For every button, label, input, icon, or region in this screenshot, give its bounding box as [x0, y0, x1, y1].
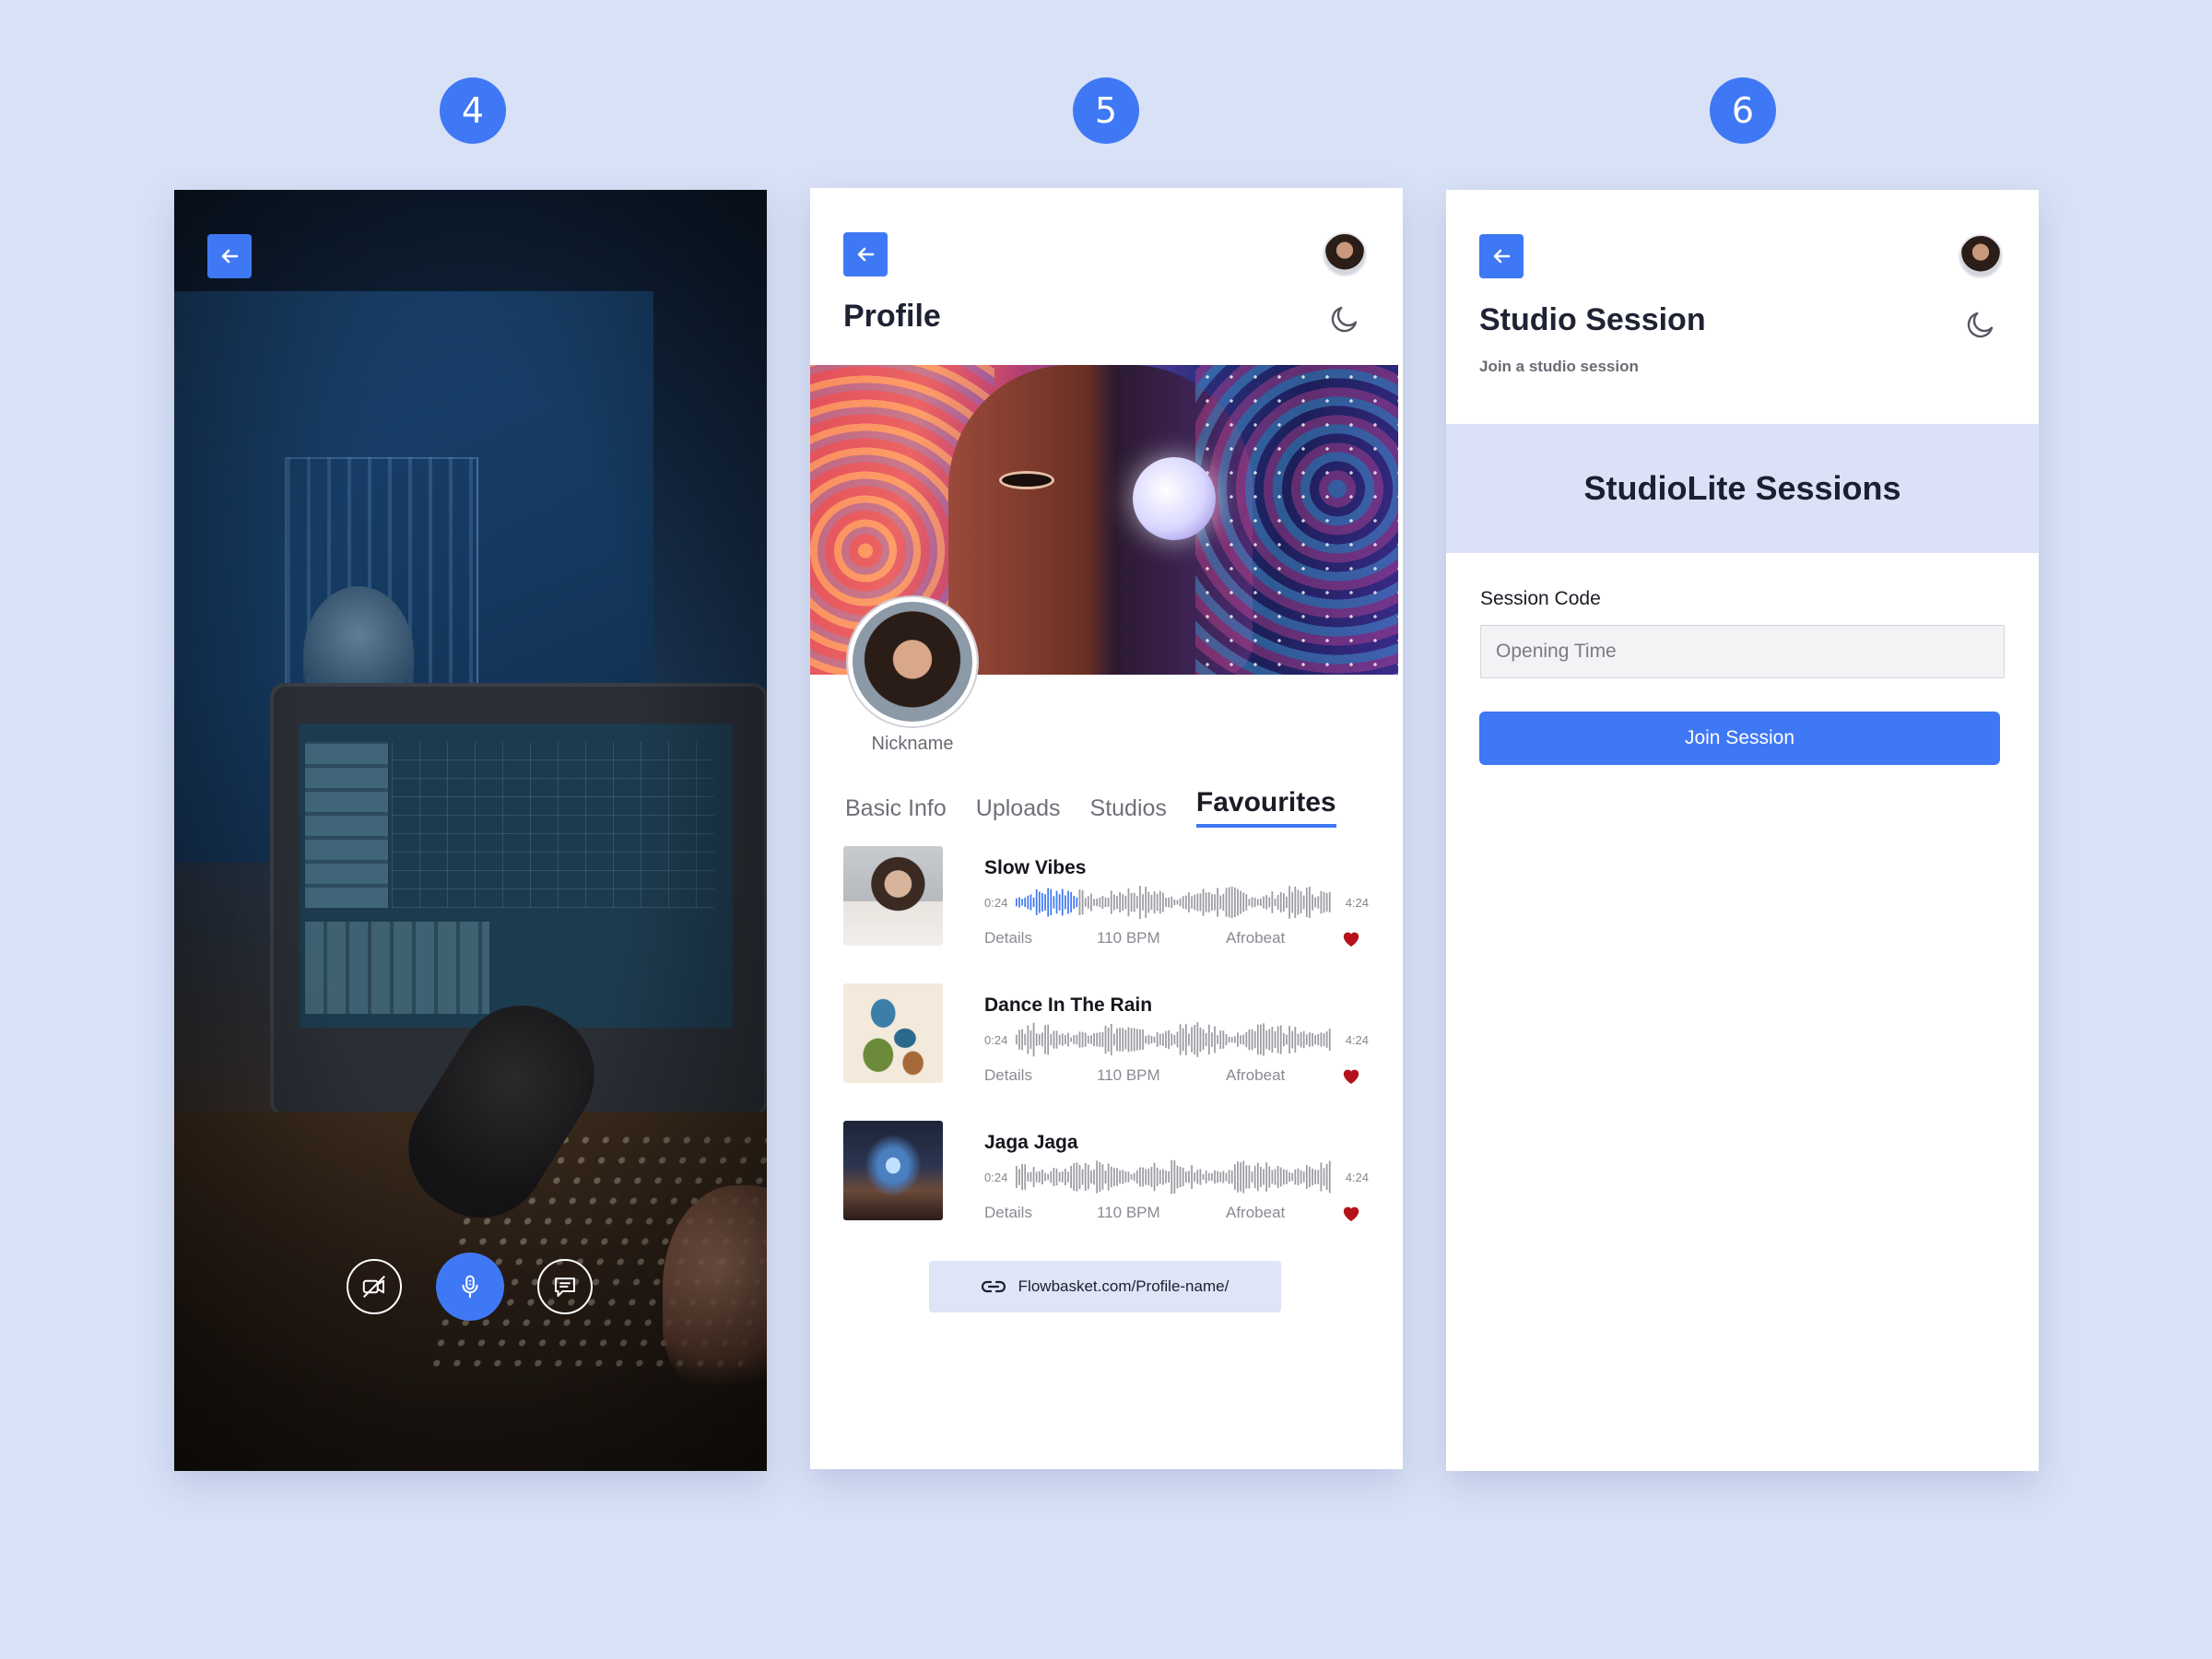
tab-basic-info[interactable]: Basic Info: [845, 795, 947, 828]
back-button[interactable]: [843, 232, 888, 276]
arrow-left-icon: [221, 249, 239, 264]
track-start-time: 0:24: [984, 1032, 1008, 1047]
list-item[interactable]: Slow Vibes 0:24 4:24 Details 110 BPM Afr…: [843, 846, 1369, 947]
track-title: Jaga Jaga: [984, 1132, 1078, 1153]
track-genre: Afrobeat: [1226, 1204, 1286, 1221]
back-button[interactable]: [1479, 234, 1524, 278]
link-icon: [981, 1280, 1006, 1293]
page-title: Profile: [843, 299, 941, 334]
profile-screen: Profile Nickname Basic Info Uploads Stud…: [810, 188, 1403, 1469]
track-genre: Afrobeat: [1226, 1066, 1286, 1084]
session-code-label: Session Code: [1480, 588, 1601, 609]
track-title: Dance In The Rain: [984, 994, 1153, 1016]
page-subtitle: Join a studio session: [1479, 358, 1639, 375]
profile-photo[interactable]: [848, 597, 977, 726]
track-title: Slow Vibes: [984, 857, 1087, 878]
microphone-icon: [462, 1275, 478, 1299]
arrow-left-icon: [1493, 249, 1511, 264]
step-badge-5: 5: [1073, 77, 1139, 144]
profile-tabs: Basic Info Uploads Studios Favourites: [845, 787, 1336, 828]
session-code-input[interactable]: [1480, 625, 2005, 678]
track-end-time: 4:24: [1345, 1032, 1369, 1047]
waveform[interactable]: [1016, 1020, 1332, 1059]
step-badge-4: 4: [440, 77, 506, 144]
chat-icon: [555, 1277, 575, 1297]
tab-studios[interactable]: Studios: [1090, 795, 1167, 828]
video-off-icon: [362, 1276, 385, 1298]
track-genre: Afrobeat: [1226, 929, 1286, 947]
sessions-banner: StudioLite Sessions: [1446, 424, 2039, 553]
tab-favourites[interactable]: Favourites: [1195, 787, 1336, 828]
waveform[interactable]: [1016, 883, 1332, 922]
video-off-button[interactable]: [347, 1259, 402, 1314]
heart-icon[interactable]: [1341, 1066, 1361, 1085]
back-button[interactable]: [207, 234, 252, 278]
studio-call-screen: [174, 190, 767, 1471]
details-link[interactable]: Details: [984, 1204, 1097, 1222]
profile-link-text: Flowbasket.com/Profile-name/: [1018, 1277, 1230, 1295]
arrow-left-icon: [857, 247, 875, 262]
microphone-button[interactable]: [436, 1253, 504, 1321]
heart-icon[interactable]: [1341, 929, 1361, 947]
details-link[interactable]: Details: [984, 929, 1097, 947]
track-bpm: 110 BPM: [1097, 1066, 1160, 1084]
track-end-time: 4:24: [1345, 1170, 1369, 1184]
avatar[interactable]: [1323, 232, 1367, 276]
tab-uploads[interactable]: Uploads: [976, 795, 1061, 828]
track-start-time: 0:24: [984, 1170, 1008, 1184]
moon-icon[interactable]: [1964, 308, 1997, 341]
details-link[interactable]: Details: [984, 1066, 1097, 1085]
step-badge-6: 6: [1710, 77, 1776, 144]
track-end-time: 4:24: [1345, 895, 1369, 910]
chat-button[interactable]: [537, 1259, 593, 1314]
join-session-button[interactable]: Join Session: [1479, 712, 2000, 765]
track-bpm: 110 BPM: [1097, 929, 1160, 947]
track-bpm: 110 BPM: [1097, 1204, 1160, 1221]
avatar[interactable]: [1959, 234, 2003, 278]
track-thumbnail: [843, 983, 943, 1083]
nickname: Nickname: [871, 734, 954, 754]
track-start-time: 0:24: [984, 895, 1008, 910]
moon-icon[interactable]: [1328, 302, 1361, 335]
list-item[interactable]: Dance In The Rain 0:24 4:24 Details 110 …: [843, 983, 1369, 1085]
studio-session-screen: Studio Session Join a studio session Stu…: [1446, 190, 2039, 1471]
track-thumbnail: [843, 1121, 943, 1220]
heart-icon[interactable]: [1341, 1204, 1361, 1222]
page-title: Studio Session: [1479, 302, 1706, 337]
list-item[interactable]: Jaga Jaga 0:24 4:24 Details 110 BPM Afro…: [843, 1121, 1369, 1222]
waveform[interactable]: [1016, 1158, 1332, 1196]
profile-link-button[interactable]: Flowbasket.com/Profile-name/: [929, 1261, 1281, 1312]
track-thumbnail: [843, 846, 943, 946]
